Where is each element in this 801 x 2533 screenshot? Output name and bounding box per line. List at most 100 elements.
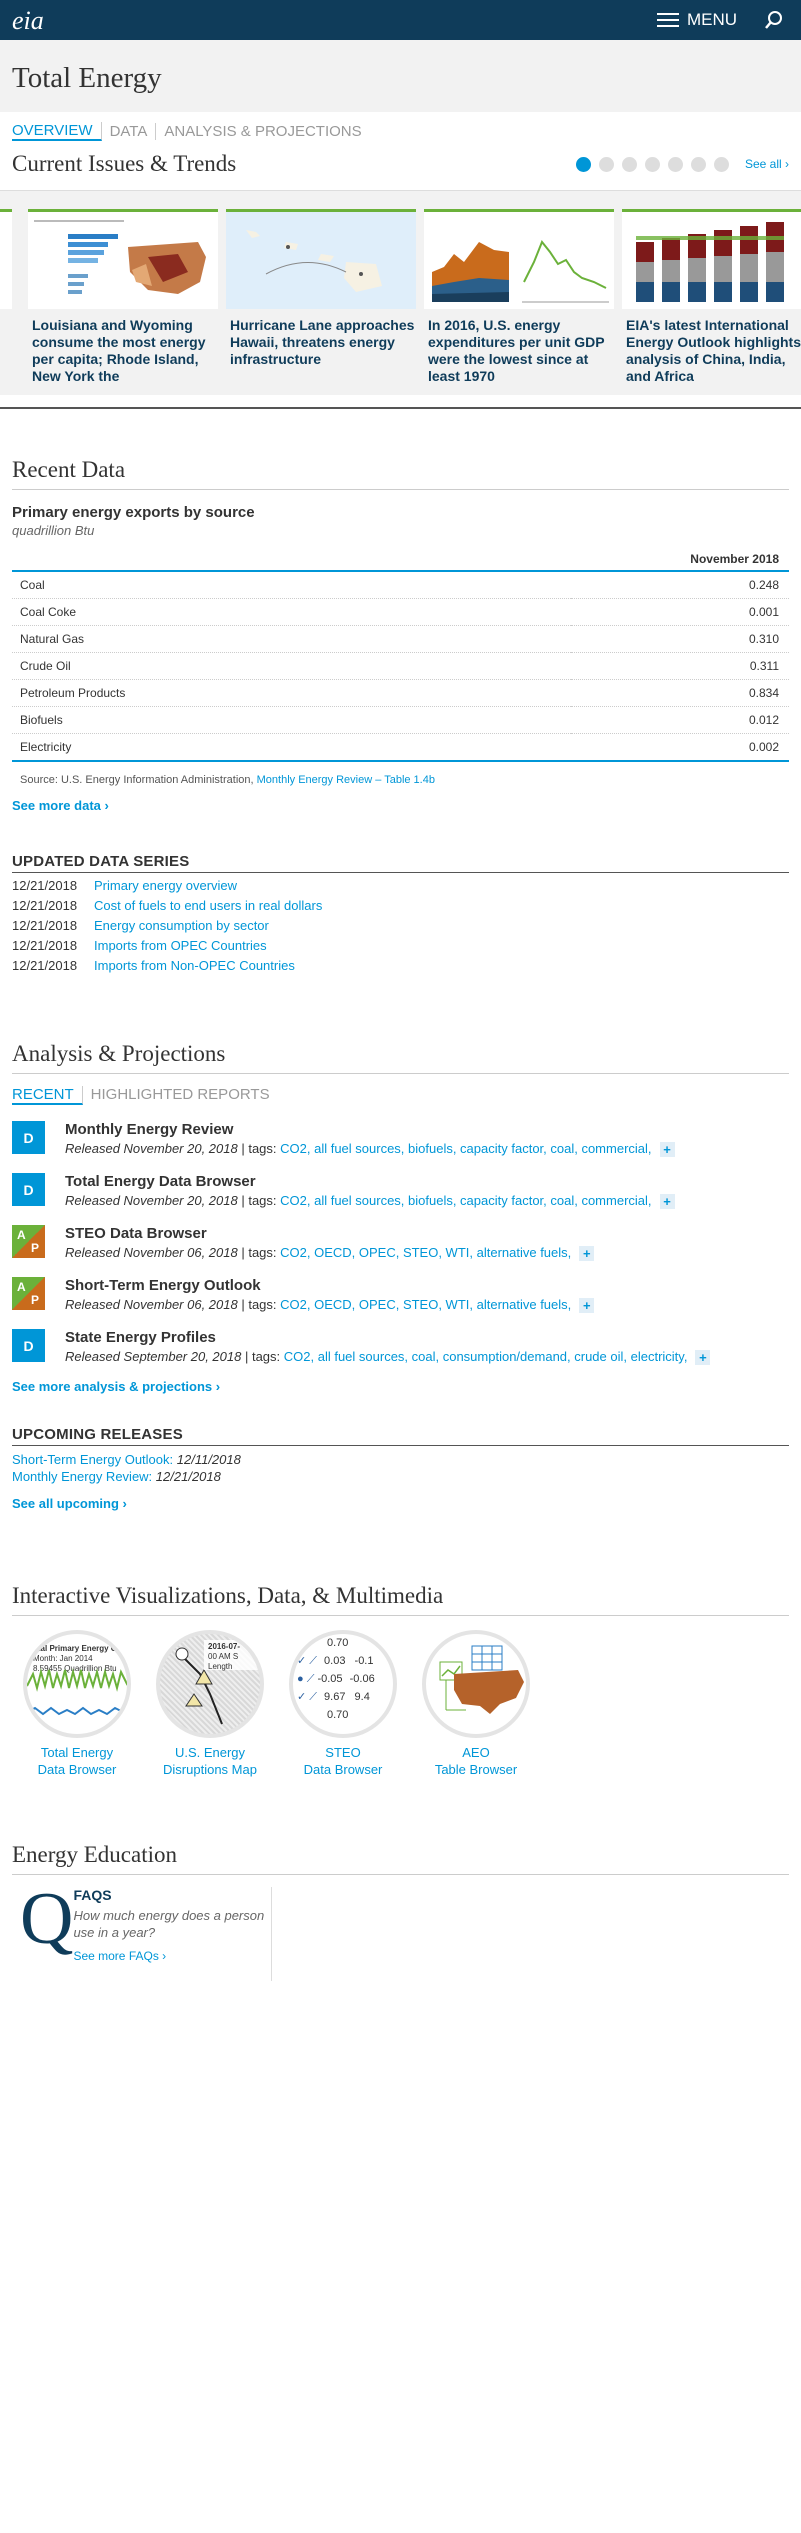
tags-links[interactable]: CO2, OECD, OPEC, STEO, WTI, alternative …: [280, 1245, 571, 1260]
series-link[interactable]: Energy consumption by sector: [94, 918, 269, 933]
interactive-section: Interactive Visualizations, Data, & Mult…: [0, 1511, 801, 1778]
table-row: Crude Oil 0.311: [12, 652, 789, 680]
release-date: Released November 20, 2018: [65, 1193, 238, 1209]
item-title[interactable]: Total Energy Data Browser: [65, 1173, 675, 1190]
see-more-data-link[interactable]: See more data ›: [12, 798, 789, 813]
list-item: 12/21/2018 Cost of fuels to end users in …: [12, 898, 789, 913]
tab-overview[interactable]: OVERVIEW: [12, 121, 102, 141]
sub-navigation: OVERVIEW DATA ANALYSIS & PROJECTIONS: [0, 116, 801, 146]
viz-label: Data Browser: [37, 1762, 117, 1778]
list-item: D Total Energy Data Browser Released Nov…: [12, 1173, 789, 1210]
search-icon[interactable]: [763, 9, 785, 31]
thumb-value: -0.06: [349, 1673, 375, 1686]
series-date: 12/21/2018: [12, 918, 78, 933]
thumb-value: 9.67: [324, 1691, 346, 1704]
exports-table: November 2018 Coal 0.248 Coal Coke 0.001 N…: [12, 548, 789, 762]
expenditures-chart-thumbnail: [424, 209, 614, 309]
carousel-dot[interactable]: [621, 156, 637, 172]
expand-tags-button[interactable]: +: [659, 1194, 675, 1210]
tags-links[interactable]: CO2, all fuel sources, coal, consumption…: [284, 1349, 688, 1364]
list-item: 12/21/2018 Imports from OPEC Countries: [12, 938, 789, 953]
menu-button[interactable]: MENU: [656, 10, 737, 30]
carousel-dot[interactable]: [598, 156, 614, 172]
item-title[interactable]: Short-Term Energy Outlook: [65, 1277, 594, 1294]
trend-card-caption: Hurricane Lane approaches Hawaii, threat…: [230, 317, 415, 367]
eia-logo[interactable]: eia: [12, 6, 44, 36]
row-label: Petroleum Products: [12, 679, 572, 707]
tab-analysis-projections[interactable]: ANALYSIS & PROJECTIONS: [156, 123, 369, 140]
column-header: November 2018: [12, 548, 789, 572]
table-row: Electricity 0.002: [12, 733, 789, 762]
stacked-bar-chart-thumbnail: [622, 209, 801, 309]
energy-browser-thumbnail: otal Primary Energy Co Month: Jan 2014 8…: [23, 1630, 131, 1739]
viz-item[interactable]: 0.70 ✓ ⟋ 0.03 -0.1 ● ⟋ -0.05 -0.06 ✓ ⟋ 9…: [278, 1630, 408, 1778]
carousel-dot[interactable]: [644, 156, 660, 172]
expand-tags-button[interactable]: +: [695, 1350, 711, 1366]
series-date: 12/21/2018: [12, 938, 78, 953]
us-map-bar-chart-thumbnail: [28, 209, 218, 309]
series-date: 12/21/2018: [12, 958, 78, 973]
tags-links[interactable]: CO2, OECD, OPEC, STEO, WTI, alternative …: [280, 1297, 571, 1312]
expand-tags-button[interactable]: +: [579, 1298, 595, 1314]
analysis-projections-badge: AP: [12, 1225, 45, 1259]
release-date: Released November 20, 2018: [65, 1141, 238, 1156]
upcoming-section: UPCOMING RELEASES Short-Term Energy Outl…: [0, 1394, 801, 1511]
trend-card[interactable]: In 2016, U.S. energy expenditures per un…: [424, 209, 614, 385]
upcoming-link[interactable]: Monthly Energy Review:: [12, 1469, 152, 1484]
carousel-dot[interactable]: [667, 156, 683, 172]
trend-card[interactable]: EIA's latest International Energy Outloo…: [622, 209, 801, 385]
expand-tags-button[interactable]: +: [659, 1142, 675, 1158]
table-row: Coal 0.248: [12, 571, 789, 599]
analysis-tabs: RECENT HIGHLIGHTED REPORTS: [12, 1086, 789, 1105]
source-link[interactable]: Monthly Energy Review – Table 1.4b: [257, 774, 435, 786]
list-item: 12/21/2018 Primary energy overview: [12, 878, 789, 893]
data-badge: D: [12, 1329, 45, 1363]
trend-card[interactable]: Hurricane Lane approaches Hawaii, threat…: [226, 209, 416, 368]
trend-card-caption: EIA's latest International Energy Outloo…: [626, 317, 801, 384]
carousel-dot[interactable]: [690, 156, 706, 172]
trend-card[interactable]: Louisiana and Wyoming consume the most e…: [28, 209, 218, 385]
tags-separator: | tags:: [237, 1141, 281, 1156]
series-link[interactable]: Primary energy overview: [94, 878, 237, 893]
list-item: Monthly Energy Review: 12/21/2018: [12, 1469, 789, 1484]
tab-highlighted-reports[interactable]: HIGHLIGHTED REPORTS: [91, 1086, 278, 1105]
tags-links[interactable]: CO2, all fuel sources, biofuels, capacit…: [280, 1193, 651, 1208]
source-note: Source: U.S. Energy Information Administ…: [12, 774, 789, 786]
table-row: Coal Coke 0.001: [12, 598, 789, 626]
tags-links[interactable]: CO2, all fuel sources, biofuels, capacit…: [280, 1141, 651, 1156]
item-title[interactable]: STEO Data Browser: [65, 1225, 594, 1242]
release-date: Released November 06, 2018: [65, 1245, 238, 1261]
carousel-dot[interactable]: [713, 156, 729, 172]
source-prefix: Source: U.S. Energy Information Administ…: [20, 774, 254, 786]
trends-header: Current Issues & Trends See all ›: [0, 146, 801, 180]
upcoming-link[interactable]: Short-Term Energy Outlook:: [12, 1452, 173, 1467]
title-band: Total Energy: [0, 40, 801, 112]
tab-recent[interactable]: RECENT: [12, 1086, 83, 1105]
see-all-upcoming-link[interactable]: See all upcoming ›: [12, 1496, 789, 1511]
see-more-faqs-link[interactable]: See more FAQs ›: [73, 1949, 271, 1963]
series-date: 12/21/2018: [12, 898, 78, 913]
table-unit: quadrillion Btu: [12, 523, 95, 538]
viz-item[interactable]: AEO Table Browser: [411, 1630, 541, 1778]
faq-title[interactable]: FAQS: [73, 1887, 271, 1903]
series-link[interactable]: Imports from Non-OPEC Countries: [94, 958, 295, 973]
see-all-trends-link[interactable]: See all ›: [745, 157, 789, 171]
tab-data[interactable]: DATA: [102, 122, 157, 140]
see-more-analysis-link[interactable]: See more analysis & projections ›: [12, 1379, 789, 1394]
item-title[interactable]: Monthly Energy Review: [65, 1121, 675, 1138]
series-link[interactable]: Cost of fuels to end users in real dolla…: [94, 898, 322, 913]
updated-series-section: UPDATED DATA SERIES 12/21/2018 Primary en…: [0, 813, 801, 973]
viz-label: Table Browser: [434, 1762, 518, 1778]
table-row: Biofuels 0.012: [12, 706, 789, 734]
expand-tags-button[interactable]: +: [579, 1246, 595, 1262]
carousel-dot[interactable]: [575, 156, 591, 172]
aeo-table-thumbnail: [422, 1630, 530, 1739]
faq-question[interactable]: How much energy does a person use in a y…: [73, 1907, 271, 1941]
item-title[interactable]: State Energy Profiles: [65, 1329, 710, 1346]
partial-card-thumb[interactable]: [0, 209, 12, 309]
viz-item[interactable]: 2016-07- 00 AM S Length U.S. Energy Disru…: [145, 1630, 275, 1778]
release-date: Released November 06, 2018: [65, 1297, 238, 1313]
viz-item[interactable]: otal Primary Energy Co Month: Jan 2014 8…: [12, 1630, 142, 1778]
series-link[interactable]: Imports from OPEC Countries: [94, 938, 267, 953]
list-item: D Monthly Energy Review Released Novembe…: [12, 1121, 789, 1158]
